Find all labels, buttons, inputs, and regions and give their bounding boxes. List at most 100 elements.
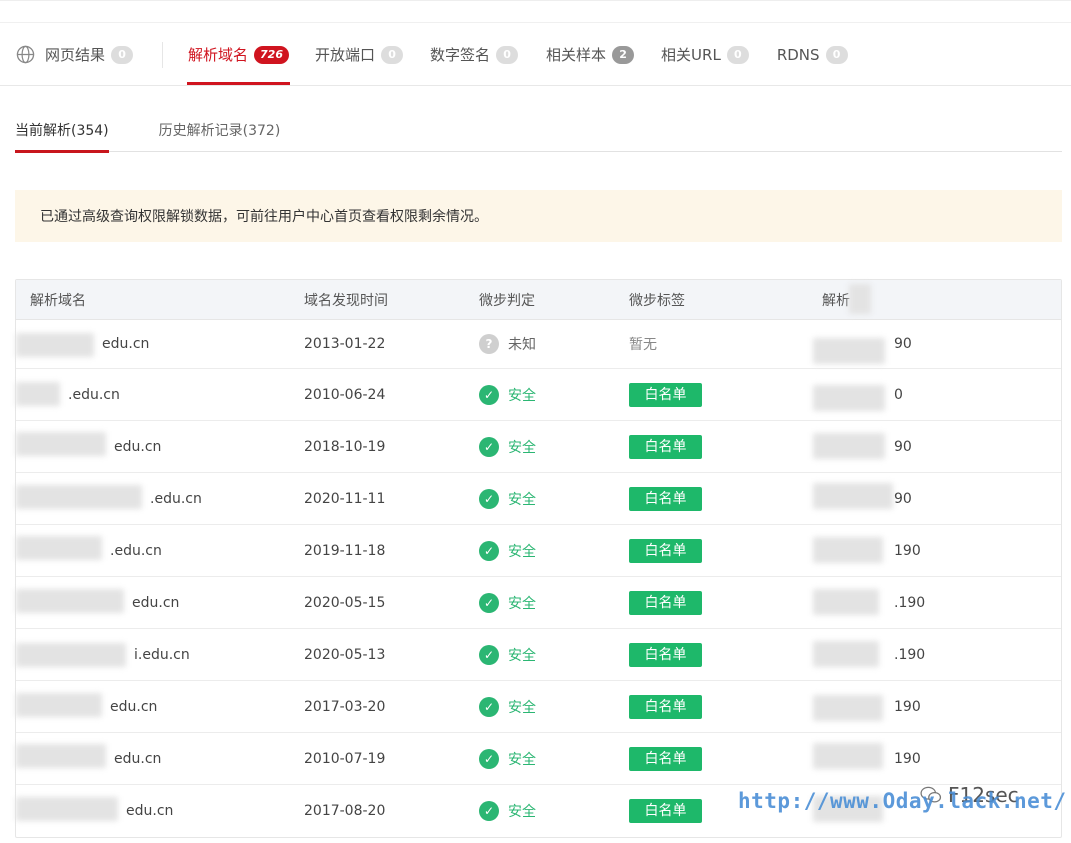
redaction-mask <box>813 385 885 411</box>
verdict-label: 安全 <box>508 699 536 716</box>
table-row: .edu.cn 2019-11-18 ✓ 安全 白名单 190 <box>16 525 1061 577</box>
tab-count-badge: 0 <box>496 45 519 64</box>
verdict: ✓ 安全 <box>479 384 536 405</box>
domain-table: 解析域名 域名发现时间 微步判定 微步标签 解析 edu.cn 2013-01-2… <box>15 279 1062 838</box>
cell-discovery-date: 2018-10-19 <box>304 438 386 455</box>
header-resolution-label: 解析 <box>822 292 850 309</box>
verdict-label: 安全 <box>508 491 536 508</box>
whitelist-tag[interactable]: 白名单 <box>629 590 702 615</box>
cell-domain[interactable]: edu.cn <box>16 785 291 837</box>
tab-count-badge: 0 <box>726 45 749 64</box>
cell-verdict: ✓ 安全 <box>466 540 616 561</box>
cell-domain[interactable]: edu.cn <box>16 320 291 368</box>
redaction-mask <box>16 744 106 768</box>
redaction-mask <box>849 283 871 314</box>
cell-resolution: 190 <box>809 525 1061 576</box>
domain-text: edu.cn <box>132 594 180 611</box>
tab-label: 数字签名 <box>430 46 491 64</box>
question-circle-icon: ? <box>479 334 499 354</box>
tab-label: 解析域名 <box>188 46 249 64</box>
cell-domain[interactable]: edu.cn <box>16 733 291 784</box>
top-bar: 网页结果 0 解析域名 726 开放端口 0 数字签名 0 相关样本 2 相关U… <box>0 0 1071 86</box>
tab-rdns[interactable]: RDNS 0 <box>777 23 848 86</box>
cell-domain[interactable]: edu.cn <box>16 577 291 628</box>
whitelist-tag[interactable]: 白名单 <box>629 694 702 719</box>
verdict-label: 安全 <box>508 751 536 768</box>
resolution-text: .190 <box>894 646 926 663</box>
domain-text: edu.cn <box>110 698 158 715</box>
subtab-history-resolution[interactable]: 历史解析记录(372) <box>159 108 281 152</box>
verdict: ✓ 安全 <box>479 696 536 717</box>
cell-tag: 白名单 <box>616 694 809 719</box>
redaction-mask <box>16 643 126 667</box>
cell-domain[interactable]: edu.cn <box>16 421 291 472</box>
tab-digital-signatures[interactable]: 数字签名 0 <box>430 23 519 86</box>
tab-open-ports[interactable]: 开放端口 0 <box>315 23 404 86</box>
cell-domain[interactable]: edu.cn <box>16 681 291 732</box>
redaction-mask <box>813 433 885 459</box>
cell-discovery-date: 2020-05-13 <box>304 646 386 663</box>
cell-resolution: 190 <box>809 733 1061 784</box>
whitelist-tag[interactable]: 白名单 <box>629 642 702 667</box>
table-row: .edu.cn 2010-06-24 ✓ 安全 白名单 0 <box>16 369 1061 421</box>
tab-count-badge: 0 <box>381 45 404 64</box>
watermark-url: http://www.Oday.lack.net/ <box>738 789 1067 813</box>
cell-tag: 白名单 <box>616 642 809 667</box>
cell-discovery-date: 2020-05-15 <box>304 594 386 611</box>
cell-discovery-date: 2020-11-11 <box>304 490 386 507</box>
redaction-mask <box>813 537 883 563</box>
cell-verdict: ✓ 安全 <box>466 592 616 613</box>
cell-discovery-date: 2010-06-24 <box>304 386 386 403</box>
tab-web-results[interactable]: 网页结果 0 <box>16 23 134 86</box>
verdict: ✓ 安全 <box>479 488 536 509</box>
whitelist-tag[interactable]: 白名单 <box>629 382 702 407</box>
cell-resolution: .190 <box>809 577 1061 628</box>
cell-domain[interactable]: .edu.cn <box>16 525 291 576</box>
redaction-mask <box>16 536 102 560</box>
check-circle-icon: ✓ <box>479 801 499 821</box>
cell-verdict: ✓ 安全 <box>466 488 616 509</box>
cell-tag: 白名单 <box>616 486 809 511</box>
cell-domain[interactable]: .edu.cn <box>16 369 291 420</box>
whitelist-tag[interactable]: 白名单 <box>629 746 702 771</box>
header-verdict[interactable]: 微步判定 <box>466 290 616 310</box>
cell-verdict: ? 未知 <box>466 334 616 354</box>
tab-count-badge: 0 <box>111 45 134 64</box>
result-tabs: 网页结果 0 解析域名 726 开放端口 0 数字签名 0 相关样本 2 相关U… <box>0 23 1071 86</box>
resolution-text: 90 <box>894 490 912 507</box>
domain-text: edu.cn <box>102 336 150 352</box>
tab-resolved-domains[interactable]: 解析域名 726 <box>187 23 290 86</box>
subtab-current-resolution[interactable]: 当前解析(354) <box>15 108 109 153</box>
whitelist-tag[interactable]: 白名单 <box>629 434 702 459</box>
cell-resolution: 90 <box>809 421 1061 472</box>
resolution-text: 190 <box>894 698 921 715</box>
header-resolution[interactable]: 解析 <box>809 283 1061 314</box>
header-domain[interactable]: 解析域名 <box>16 290 291 310</box>
domain-text: i.edu.cn <box>134 646 190 663</box>
tab-count-badge: 2 <box>612 45 635 64</box>
tab-label: 相关样本 <box>546 46 607 64</box>
redaction-mask <box>16 382 60 406</box>
resolution-text: 90 <box>894 438 912 455</box>
redaction-mask <box>813 589 879 615</box>
top-strip <box>0 1 1071 23</box>
whitelist-tag[interactable]: 白名单 <box>629 799 702 823</box>
check-circle-icon: ✓ <box>479 592 499 613</box>
table-row: edu.cn 2020-05-15 ✓ 安全 白名单 .190 <box>16 577 1061 629</box>
domain-text: .edu.cn <box>68 386 120 403</box>
header-discovery-time[interactable]: 域名发现时间 <box>291 290 466 310</box>
tab-label: 网页结果 <box>45 46 106 64</box>
whitelist-tag[interactable]: 白名单 <box>629 538 702 563</box>
tab-related-url[interactable]: 相关URL 0 <box>661 23 749 86</box>
cell-domain[interactable]: .edu.cn <box>16 473 291 524</box>
header-tag[interactable]: 微步标签 <box>616 290 809 310</box>
domain-text: edu.cn <box>114 438 162 455</box>
check-circle-icon: ✓ <box>479 644 499 665</box>
whitelist-tag[interactable]: 白名单 <box>629 486 702 511</box>
tab-related-samples[interactable]: 相关样本 2 <box>546 23 635 86</box>
cell-discovery-date: 2017-03-20 <box>304 698 386 715</box>
cell-domain[interactable]: i.edu.cn <box>16 629 291 680</box>
cell-tag: 白名单 <box>616 538 809 563</box>
cell-discovery-date: 2010-07-19 <box>304 750 386 767</box>
verdict: ✓ 安全 <box>479 748 536 769</box>
